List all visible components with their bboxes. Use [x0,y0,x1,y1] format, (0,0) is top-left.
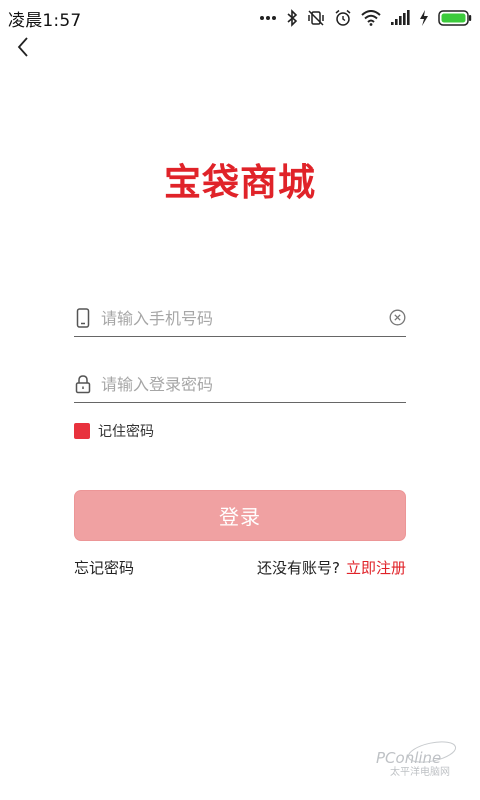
password-input[interactable] [101,370,381,398]
forgot-password-link[interactable]: 忘记密码 [74,557,134,578]
status-icons [259,6,472,30]
wifi-icon [361,10,381,26]
logo-text: 宝袋商城 [164,161,316,204]
register-link[interactable]: 立即注册 [346,559,406,577]
watermark-subtitle: 太平洋电脑网 [390,765,450,778]
watermark-brand: PConline [376,749,441,767]
more-dots-icon [259,15,277,21]
lock-icon [74,374,92,394]
clear-circle-icon [389,309,406,330]
password-field [74,366,406,403]
signal-icon [390,10,410,26]
status-bar: 凌晨1:57 [0,0,480,36]
battery-icon [438,10,472,26]
no-account-text: 还没有账号? [257,559,340,577]
clear-phone-button[interactable] [389,309,406,326]
status-time: 凌晨1:57 [8,11,82,31]
phone-icon [74,308,92,328]
remember-password-checkbox[interactable]: 记住密码 [74,422,154,440]
back-button[interactable] [10,36,36,62]
remember-password-label: 记住密码 [98,424,154,440]
charging-icon [419,10,429,26]
alarm-icon [334,9,352,27]
login-screen: 凌晨1:57 宝袋商城 请输入手机号码 记住密码 登录 忘记密码 还没有账号? … [0,0,480,800]
phone-input[interactable] [101,304,381,332]
chevron-left-icon [16,36,30,62]
register-row: 还没有账号? 立即注册 [257,557,406,578]
phone-field [74,300,406,337]
login-button[interactable]: 登录 [74,490,406,541]
pconline-watermark: PConline 太平洋电脑网 [368,738,464,778]
brand-logo: 宝袋商城 [0,152,480,206]
vibrate-off-icon [307,9,325,27]
bluetooth-icon [286,9,298,27]
remember-checkbox-box[interactable] [74,423,90,439]
